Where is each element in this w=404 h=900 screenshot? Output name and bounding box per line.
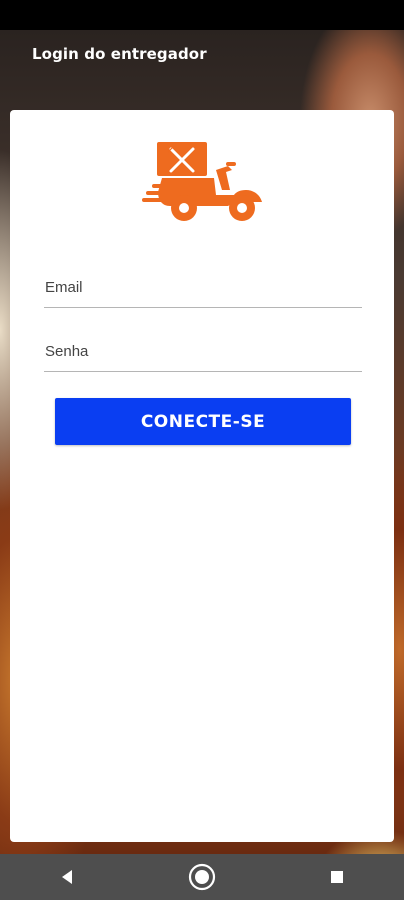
- back-triangle-icon: [62, 870, 73, 884]
- back-button[interactable]: [47, 857, 87, 897]
- delivery-scooter-icon: [142, 142, 262, 221]
- password-field[interactable]: [44, 337, 363, 372]
- home-circle-icon: [188, 863, 216, 891]
- status-bar: [0, 0, 404, 30]
- page-title: Login do entregador: [32, 45, 207, 63]
- recents-square-icon: [330, 871, 343, 883]
- email-field[interactable]: [44, 273, 363, 308]
- password-input[interactable]: [44, 343, 363, 360]
- login-button[interactable]: CONECTE-SE: [55, 398, 351, 445]
- navigation-bar: [0, 854, 404, 900]
- email-input[interactable]: [44, 279, 363, 296]
- login-card: CONECTE-SE: [10, 110, 394, 842]
- recents-button[interactable]: [317, 857, 357, 897]
- home-button[interactable]: [182, 857, 222, 897]
